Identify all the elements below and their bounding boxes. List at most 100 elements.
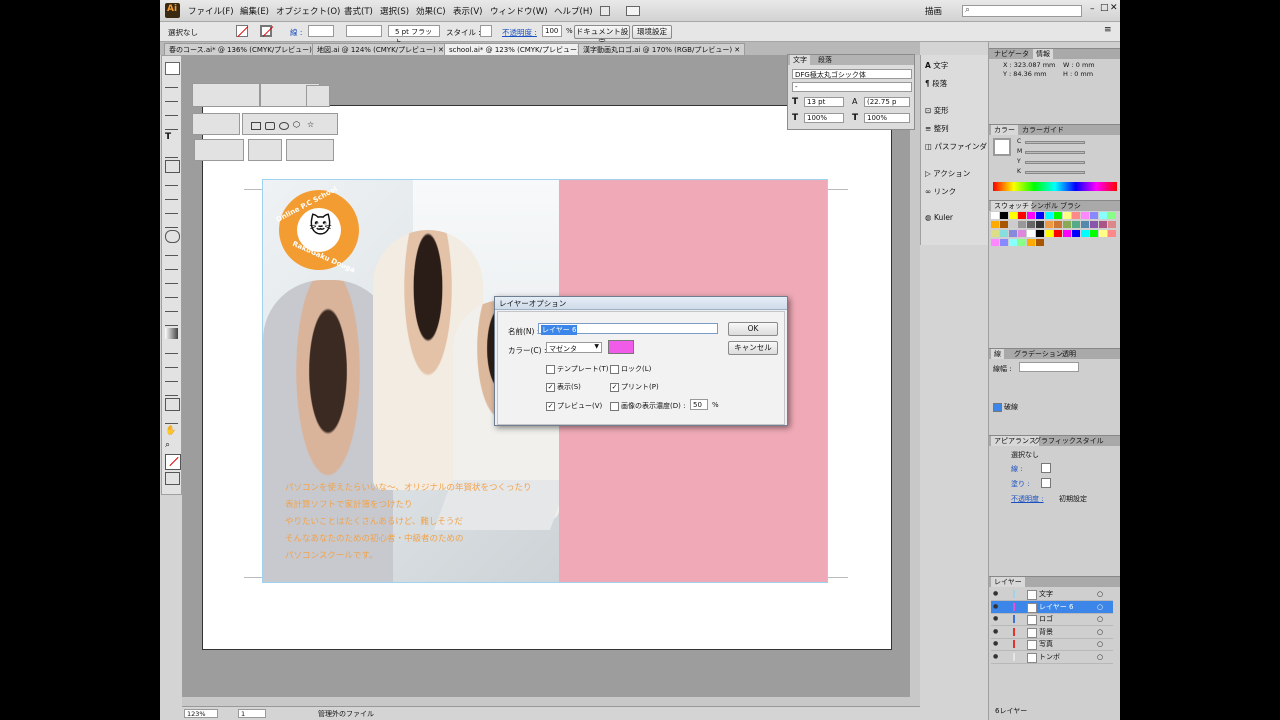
shape-builder-tool-icon[interactable]	[165, 286, 178, 298]
visibility-eye-icon[interactable]: ●	[993, 651, 998, 663]
swatch[interactable]	[1009, 239, 1017, 246]
show-checkbox[interactable]: ✓ 表示(S)	[546, 382, 581, 392]
swatch-grid[interactable]	[991, 212, 1116, 282]
layer-row[interactable]: ● 背景 ○	[991, 626, 1113, 639]
swatch[interactable]	[1108, 230, 1116, 237]
cancel-button[interactable]: キャンセル	[728, 341, 778, 355]
tab-symbols[interactable]: シンボル	[1027, 201, 1061, 211]
width-tool-icon[interactable]	[165, 258, 178, 270]
status-info[interactable]: 管理外のファイル	[318, 709, 374, 719]
hand-tool-icon[interactable]: ✋	[165, 426, 178, 437]
appearance-stroke[interactable]: 線 :	[1011, 464, 1023, 474]
menu-help[interactable]: ヘルプ(H)	[554, 5, 593, 17]
layer-target-icon[interactable]: ○	[1097, 613, 1103, 625]
drawing-mode-icon[interactable]	[165, 472, 180, 485]
control-bar-menu-icon[interactable]: ≡	[1104, 25, 1112, 35]
swatch[interactable]	[1000, 212, 1008, 219]
channel-c-slider[interactable]	[1025, 141, 1085, 144]
maximize-icon[interactable]: □	[1100, 3, 1109, 13]
tab-graphic-styles[interactable]: グラフィックスタイル	[1031, 436, 1107, 446]
color-dropdown[interactable]: マゼンタ ▼	[546, 342, 602, 353]
ok-button[interactable]: OK	[728, 322, 778, 336]
swatch[interactable]	[1036, 221, 1044, 228]
layer-row[interactable]: ● レイヤー 6 ○	[991, 600, 1113, 614]
layer-target-icon[interactable]: ○	[1097, 626, 1103, 638]
tab-stroke[interactable]: 線	[991, 349, 1004, 359]
tab-info[interactable]: 情報	[1033, 49, 1053, 59]
channel-m-slider[interactable]	[1025, 151, 1085, 154]
blend-tool-icon[interactable]	[165, 356, 178, 368]
swatch[interactable]	[1027, 239, 1035, 246]
rotate-tool-icon[interactable]	[165, 230, 180, 243]
swatch[interactable]	[1027, 212, 1035, 219]
fill-swatch[interactable]	[236, 25, 249, 37]
star-shape-icon[interactable]: ☆	[307, 120, 314, 129]
variable-width-dropdown[interactable]	[346, 25, 382, 37]
search-field[interactable]: ⌕	[962, 5, 1082, 17]
layer-name[interactable]: レイヤー 6	[1039, 601, 1073, 613]
swatch[interactable]	[991, 239, 999, 246]
blob-brush-tool-icon[interactable]	[165, 202, 178, 214]
name-input[interactable]: レイヤー 6	[538, 323, 718, 335]
preferences-button[interactable]: 環境設定	[632, 25, 672, 39]
dim-images-check[interactable]	[610, 401, 619, 411]
menu-window[interactable]: ウィンドウ(W)	[490, 5, 548, 17]
dock-pathfinder[interactable]: ◫ パスファインダ	[925, 141, 987, 155]
appearance-stroke-swatch[interactable]	[1041, 463, 1051, 473]
layer-row[interactable]: ● 文字 ○	[991, 588, 1113, 601]
swatch[interactable]	[1099, 230, 1107, 237]
menu-type[interactable]: 書式(T)	[344, 5, 373, 17]
swatch[interactable]	[1045, 221, 1053, 228]
visibility-eye-icon[interactable]: ●	[993, 588, 998, 600]
template-checkbox[interactable]: テンプレート(T)	[546, 364, 609, 374]
swatch[interactable]	[1072, 221, 1080, 228]
perspective-grid-tool-icon[interactable]	[165, 300, 178, 312]
swatch[interactable]	[1000, 230, 1008, 237]
rectangle-tool-icon[interactable]	[165, 160, 180, 173]
canvas-area[interactable]: ⬡ ☆ 🐱 Online P.C School RakuGaku Douga パ…	[182, 55, 920, 706]
horizontal-scrollbar[interactable]	[182, 697, 910, 706]
selection-tool-icon[interactable]	[165, 62, 180, 75]
swatch[interactable]	[1036, 239, 1044, 246]
font-style-dropdown[interactable]: -	[792, 82, 912, 92]
direct-selection-tool-icon[interactable]	[165, 76, 178, 88]
swatch[interactable]	[1108, 212, 1116, 219]
swatch[interactable]	[1063, 212, 1071, 219]
paintbrush-tool-icon[interactable]	[165, 174, 178, 186]
tab-color[interactable]: カラー	[991, 125, 1018, 135]
dock-actions[interactable]: ▷ アクション	[925, 168, 970, 182]
eyedropper-tool-icon[interactable]	[165, 342, 178, 354]
swatch[interactable]	[1018, 230, 1026, 237]
dim-images-checkbox[interactable]: 画像の表示濃度(D) :	[610, 401, 685, 411]
zoom-field[interactable]: 123%	[184, 709, 218, 718]
rounded-rect-shape-icon[interactable]	[265, 122, 275, 130]
swatch[interactable]	[1018, 212, 1026, 219]
pen-tool-icon[interactable]	[165, 118, 178, 130]
tab-layers[interactable]: レイヤー	[991, 577, 1025, 587]
dialog-titlebar[interactable]: レイヤーオプション	[495, 297, 787, 310]
appearance-fill-swatch[interactable]	[1041, 478, 1051, 488]
swatch[interactable]	[1009, 221, 1017, 228]
dock-align[interactable]: ≡ 整列	[925, 123, 949, 137]
bridge-icon[interactable]	[600, 6, 610, 16]
swatch[interactable]	[1090, 212, 1098, 219]
swatch[interactable]	[1045, 212, 1053, 219]
swatch[interactable]	[1018, 221, 1026, 228]
menu-edit[interactable]: 編集(E)	[240, 5, 269, 17]
fill-stroke-proxy[interactable]	[993, 138, 1011, 156]
dock-character[interactable]: A 文字	[925, 60, 948, 74]
dock-paragraph[interactable]: ¶ 段落	[925, 78, 947, 92]
page-field[interactable]: 1	[238, 709, 266, 718]
body-copy[interactable]: パソコンを使えたらいいな〜、オリジナルの年賀状をつくったり 表計算ソフトで家計簿…	[285, 480, 585, 565]
swatch[interactable]	[1063, 221, 1071, 228]
stroke-swatch[interactable]	[260, 25, 274, 37]
swatch[interactable]	[1072, 230, 1080, 237]
swatch[interactable]	[1045, 230, 1053, 237]
swatch[interactable]	[1054, 212, 1062, 219]
dock-links[interactable]: ∞ リンク	[925, 186, 956, 200]
template-check[interactable]	[546, 364, 555, 374]
swatch[interactable]	[1027, 221, 1035, 228]
swatch[interactable]	[1036, 212, 1044, 219]
menu-object[interactable]: オブジェクト(O)	[276, 5, 340, 17]
swatch[interactable]	[991, 212, 999, 219]
